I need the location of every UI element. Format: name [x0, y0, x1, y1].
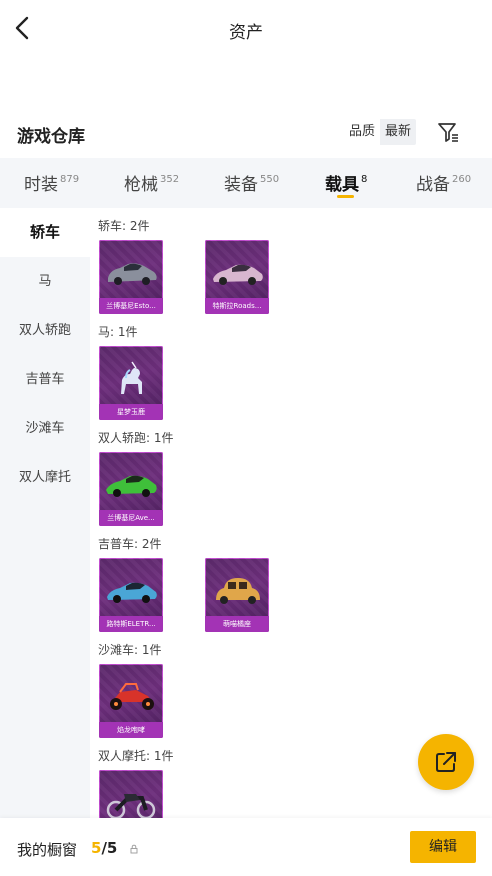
tab-label: 战备 [416, 175, 450, 195]
section-label-sedan: 轿车: 2件 [98, 219, 150, 233]
sidebar-item-coupe[interactable]: 双人轿跑 [0, 306, 90, 355]
sort-quality-button[interactable]: 品质 [344, 119, 381, 145]
vehicle-card[interactable]: 兰博基尼Esto... [99, 240, 163, 314]
car-orange-icon [216, 578, 260, 604]
tab-count: 8 [361, 174, 368, 185]
showcase-current: 5 [91, 839, 102, 857]
showcase-label: 我的橱窗 [17, 841, 78, 859]
atv-red-icon [110, 683, 154, 710]
share-button[interactable] [418, 734, 474, 790]
car-blue-icon [107, 582, 157, 603]
section-label-horse: 马: 1件 [98, 325, 138, 339]
assets-page: 资产 游戏仓库 品质 最新 时装 879 枪械 352 装备 550 载具 8 战备 26… [0, 0, 492, 876]
unicorn-icon [121, 361, 142, 394]
edit-button[interactable]: 编辑 [410, 831, 476, 863]
filter-button[interactable] [436, 120, 460, 144]
car-green-icon [106, 475, 157, 497]
section-label-coupe: 双人轿跑: 1件 [98, 431, 174, 445]
vehicle-name: 星梦玉鹿 [99, 404, 163, 420]
vehicle-card[interactable] [99, 770, 163, 818]
tab-count: 550 [260, 174, 280, 185]
section-label-jeep: 吉普车: 2件 [98, 537, 162, 551]
vehicle-name: 兰博基尼Esto... [99, 298, 163, 314]
tab-count: 352 [160, 174, 180, 185]
vehicle-card[interactable]: 特斯拉Roads... [205, 240, 269, 314]
tab-equipment[interactable]: 装备 550 [224, 170, 279, 195]
vehicle-type-sidebar: 轿车 马 双人轿跑 吉普车 沙滩车 双人摩托 [0, 208, 90, 818]
tab-count: 879 [60, 174, 80, 185]
showcase-count: 5/5 [91, 839, 117, 857]
tab-label: 装备 [224, 175, 258, 195]
tab-fashion[interactable]: 时装 879 [24, 170, 79, 195]
lock-icon [130, 844, 138, 854]
vehicle-name: 兰博基尼Ave... [99, 510, 163, 526]
sort-toggle: 品质 最新 [344, 119, 417, 145]
showcase-bar: 我的橱窗 5/5 编辑 [0, 818, 492, 876]
tab-label: 枪械 [124, 175, 158, 195]
section-label-buggy: 沙滩车: 1件 [98, 643, 162, 657]
car-gray-icon [108, 263, 157, 285]
tab-label: 时装 [24, 175, 58, 195]
tab-supplies[interactable]: 战备 260 [416, 170, 471, 195]
showcase-total: /5 [101, 839, 118, 857]
vehicle-card[interactable]: 焰龙咆哮 [99, 664, 163, 738]
tab-label: 载具 [325, 175, 359, 195]
vehicle-card[interactable]: 萌喵橘座 [205, 558, 269, 632]
sidebar-item-jeep[interactable]: 吉普车 [0, 355, 90, 404]
share-external-icon [436, 752, 456, 772]
page-title: 资产 [229, 23, 263, 43]
sidebar-item-motorcycle[interactable]: 双人摩托 [0, 453, 90, 502]
warehouse-title: 游戏仓库 [17, 127, 85, 147]
tab-vehicles[interactable]: 载具 8 [325, 170, 367, 195]
motorcycle-dark-icon [106, 794, 156, 818]
vehicle-name: 特斯拉Roads... [205, 298, 269, 314]
sidebar-item-buggy[interactable]: 沙滩车 [0, 404, 90, 453]
vehicle-card[interactable]: 星梦玉鹿 [99, 346, 163, 420]
vehicle-name: 萌喵橘座 [205, 616, 269, 632]
header: 资产 [0, 0, 492, 58]
vehicle-name: 路特斯ELETR... [99, 616, 163, 632]
filter-icon [438, 123, 458, 142]
sidebar-item-horse[interactable]: 马 [0, 257, 90, 306]
vehicle-card[interactable]: 兰博基尼Ave... [99, 452, 163, 526]
tab-guns[interactable]: 枪械 352 [124, 170, 179, 195]
vehicle-name: 焰龙咆哮 [99, 722, 163, 738]
category-tabs: 时装 879 枪械 352 装备 550 载具 8 战备 260 [0, 158, 492, 208]
car-pink-icon [213, 264, 263, 285]
vehicle-list: 轿车: 2件 兰博基尼Esto... 特斯拉Roads... 马: 1件 星梦玉… [90, 208, 492, 818]
sidebar-item-sedan[interactable]: 轿车 [0, 208, 90, 257]
section-label-motorcycle: 双人摩托: 1件 [98, 749, 174, 763]
sort-latest-button[interactable]: 最新 [380, 119, 417, 145]
vehicle-card[interactable]: 路特斯ELETR... [99, 558, 163, 632]
active-tab-indicator [337, 195, 354, 198]
tab-count: 260 [452, 174, 472, 185]
